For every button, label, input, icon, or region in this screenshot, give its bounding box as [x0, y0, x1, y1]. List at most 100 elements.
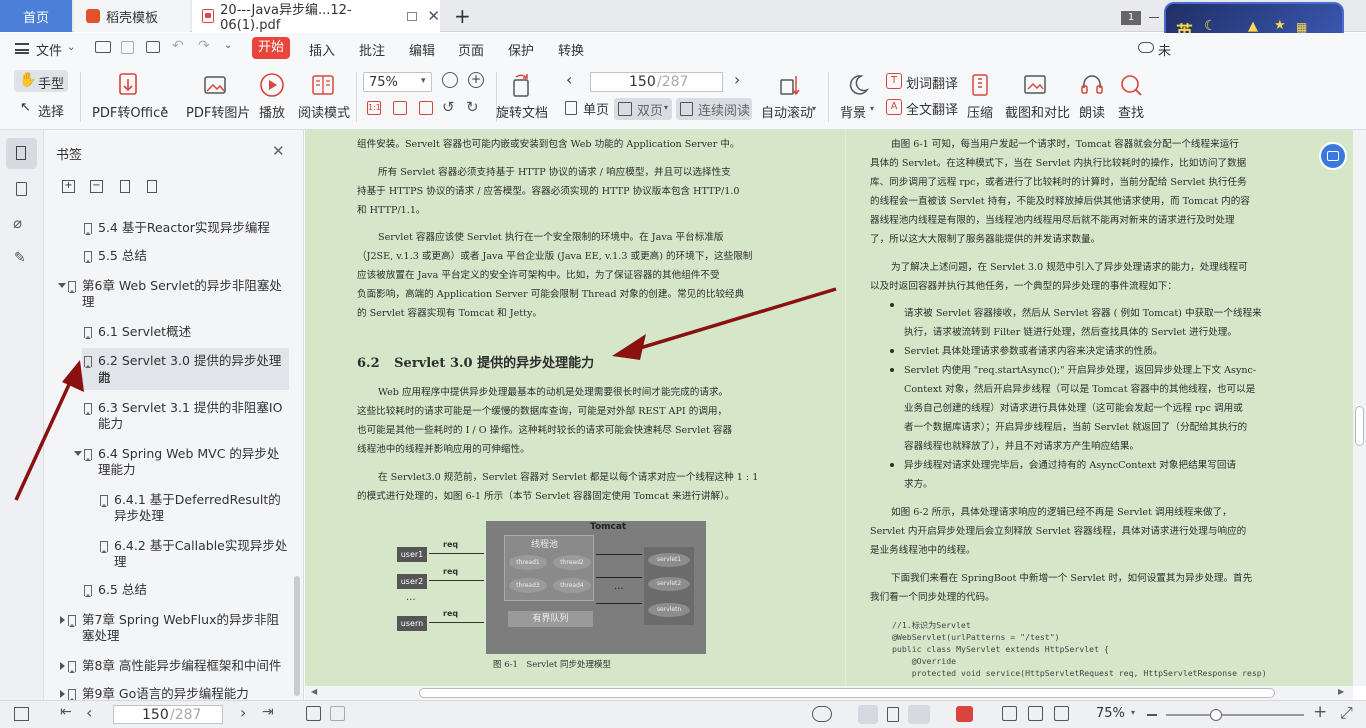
expand-caret-icon[interactable] — [60, 662, 65, 670]
tab-template[interactable]: 稻壳模板 — [74, 0, 190, 32]
bookmark-item-selected[interactable]: 6.2 Servlet 3.0 提供的异步处理能 力 — [82, 348, 289, 390]
fit-width-icon[interactable] — [419, 101, 433, 115]
scroll-thumb[interactable] — [419, 688, 1275, 698]
forward-icon[interactable] — [330, 706, 345, 721]
expand-all-icon[interactable]: + — [62, 180, 75, 193]
continuous-view-icon[interactable] — [858, 705, 878, 724]
bookmark-item[interactable]: 5.4 基于Reactor实现异步编程 — [80, 218, 290, 238]
floating-assistant-button[interactable] — [1319, 142, 1347, 170]
zoom-out-icon[interactable] — [1147, 714, 1157, 716]
back-icon[interactable] — [306, 706, 321, 721]
double-view-icon[interactable] — [908, 705, 930, 724]
prev-page-icon[interactable]: ‹ — [86, 703, 92, 722]
page-number-input[interactable]: 150 /287 — [590, 72, 723, 92]
bookmark-item[interactable]: 6.3 Servlet 3.1 提供的非阻塞IO 能力 — [80, 398, 290, 434]
expand-caret-icon[interactable] — [58, 283, 66, 288]
read-mode-button[interactable]: 阅读模式 — [298, 70, 350, 126]
expand-caret-icon[interactable] — [60, 690, 65, 698]
word-translate-button[interactable]: T 划词翻译 — [884, 72, 960, 92]
document-horizontal-scrollbar[interactable]: ◀ ▶ — [305, 686, 1353, 700]
chevron-down-icon[interactable]: ▾ — [1131, 708, 1135, 717]
attachment-icon[interactable]: ⌀ — [13, 214, 22, 232]
rotate-left-icon[interactable]: ↺ — [442, 98, 455, 116]
rotate-right-icon[interactable]: ↻ — [466, 98, 479, 116]
more-dropdown-icon[interactable]: ⌄ — [224, 40, 232, 51]
menu-insert[interactable]: 插入 — [309, 40, 335, 59]
menu-edit[interactable]: 编辑 — [409, 40, 435, 59]
menu-file[interactable]: 文件 — [36, 40, 62, 59]
compress-button[interactable]: 压缩 — [964, 70, 996, 126]
close-icon[interactable]: ✕ — [272, 142, 285, 160]
next-page-icon[interactable]: › — [734, 70, 740, 89]
next-page-icon[interactable]: › — [240, 703, 246, 722]
display-icon[interactable] — [407, 11, 418, 21]
double-page-button[interactable]: 双页 ▾ — [614, 98, 672, 120]
collapse-all-icon[interactable]: − — [90, 180, 103, 193]
fullscreen-icon[interactable]: ⤢ — [1340, 703, 1353, 723]
zoom-slider-thumb[interactable] — [1210, 709, 1222, 721]
menu-page[interactable]: 页面 — [458, 40, 484, 59]
thumbnail-icon[interactable] — [16, 182, 27, 196]
pdf-to-image-button[interactable]: PDF转图片 — [184, 70, 250, 126]
zoom-in-icon[interactable]: + — [1313, 702, 1327, 722]
prev-page-icon[interactable]: ‹ — [566, 70, 572, 89]
scroll-thumb[interactable] — [1355, 406, 1364, 446]
single-view-icon[interactable] — [887, 707, 899, 722]
scroll-left-icon[interactable]: ◀ — [311, 687, 317, 696]
single-page-button[interactable]: 单页 — [562, 98, 612, 118]
bookmark-item[interactable]: 第8章 高性能异步编程框架和中间件 — [56, 656, 292, 676]
menu-convert[interactable]: 转换 — [558, 40, 584, 59]
expand-caret-icon[interactable] — [74, 451, 82, 456]
document-vertical-scrollbar[interactable] — [1353, 130, 1366, 686]
zoom-slider[interactable] — [1166, 709, 1304, 721]
status-page-input[interactable]: 150 /287 — [113, 705, 223, 724]
menu-annotate[interactable]: 批注 — [359, 40, 385, 59]
minimize-button[interactable] — [1149, 17, 1159, 18]
bookmark-item[interactable]: 第6章 Web Servlet的异步非阻塞处 理 — [56, 276, 292, 312]
actual-size-icon[interactable]: 1:1 — [367, 101, 381, 115]
signature-icon[interactable]: ✎ — [14, 250, 26, 266]
open-folder-icon[interactable] — [95, 41, 111, 53]
hamburger-icon[interactable] — [15, 43, 29, 54]
last-page-icon[interactable]: ⇥ — [262, 704, 274, 720]
scroll-right-icon[interactable]: ▶ — [1338, 687, 1344, 696]
screenshot-compare-button[interactable]: 截图和对比 — [1003, 70, 1070, 126]
bookmark-item[interactable]: 第7章 Spring WebFlux的异步非阻 塞处理 — [56, 610, 292, 646]
menu-protect[interactable]: 保护 — [508, 40, 534, 59]
bookmark-scrollbar[interactable] — [294, 576, 300, 696]
actual-size-icon[interactable] — [1002, 706, 1017, 721]
bookmark-item[interactable]: 第9章 Go语言的异步编程能力 — [56, 684, 292, 700]
expand-caret-icon[interactable] — [60, 616, 65, 624]
window-count-badge[interactable]: 1 — [1121, 11, 1141, 25]
full-translate-button[interactable]: A 全文翻译 — [884, 98, 960, 118]
delete-bookmark-icon[interactable] — [147, 180, 157, 193]
cloud-label[interactable]: 未 — [1158, 40, 1171, 59]
first-page-icon[interactable]: ⇤ — [60, 704, 72, 720]
select-tool-button[interactable]: ↖ 选择 — [18, 99, 68, 121]
zoom-out-icon[interactable] — [442, 72, 458, 88]
auto-scroll-button[interactable]: 自动滚动 ▾ — [760, 70, 820, 126]
status-zoom-value[interactable]: 75% — [1096, 706, 1125, 721]
tab-home[interactable]: 首页 — [0, 0, 72, 32]
bookmark-item[interactable]: 6.4 Spring Web MVC 的异步处 理能力 — [72, 444, 290, 480]
eye-protection-icon[interactable] — [812, 706, 832, 722]
zoom-select[interactable]: 75% ▾ — [363, 72, 432, 92]
bookmark-item[interactable]: 6.5 总结 — [80, 580, 290, 600]
fit-page-icon[interactable] — [393, 101, 407, 115]
print-icon[interactable] — [146, 41, 160, 53]
zoom-in-icon[interactable]: + — [468, 72, 484, 88]
fit-page-icon[interactable] — [1028, 706, 1043, 721]
pdf-to-office-button[interactable]: PDF转Office ▾ — [88, 70, 172, 126]
fit-width-icon[interactable] — [1054, 706, 1069, 721]
play-slideshow-icon[interactable] — [956, 706, 973, 722]
bookmark-panel-button[interactable] — [6, 138, 37, 169]
close-tab-icon[interactable]: ✕ — [427, 7, 440, 25]
read-aloud-button[interactable]: 朗读 — [1076, 70, 1108, 126]
bookmark-item[interactable]: 5.5 总结 — [80, 246, 290, 266]
cloud-icon[interactable] — [1138, 42, 1154, 53]
tab-pdf-file[interactable]: 20---Java异步编...12-06(1).pdf ✕ — [192, 0, 440, 33]
bookmark-item[interactable]: 6.4.1 基于DeferredResult的 异步处理 — [96, 490, 290, 526]
sidebar-toggle-icon[interactable] — [14, 707, 29, 721]
redo-icon[interactable]: ↷ — [198, 38, 210, 54]
menu-start[interactable]: 开始 — [252, 37, 290, 59]
